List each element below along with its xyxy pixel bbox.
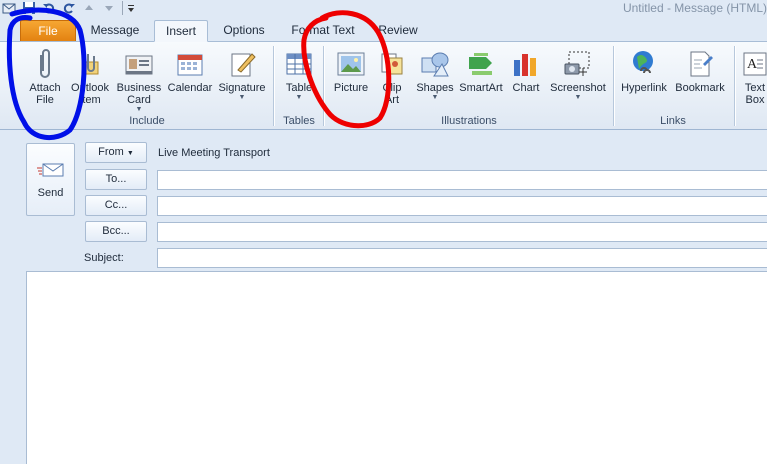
clip-art-button[interactable]: Clip Art: [376, 48, 408, 114]
table-button[interactable]: Table ▼: [280, 48, 318, 114]
business-card-icon: [123, 48, 155, 80]
dropdown-arrow-icon: ▼: [431, 94, 439, 101]
tab-review[interactable]: Review: [370, 20, 426, 42]
to-button[interactable]: To...: [85, 169, 147, 190]
smartart-button[interactable]: SmartArt: [458, 48, 504, 114]
up-icon[interactable]: [82, 1, 96, 15]
outlook-item-icon: [74, 48, 106, 80]
tab-format-text[interactable]: Format Text: [280, 20, 366, 42]
send-envelope-icon: [36, 162, 65, 181]
bookmark-icon: [684, 48, 716, 80]
bookmark-button[interactable]: Bookmark: [672, 48, 728, 114]
text-box-icon: A: [739, 48, 767, 80]
clip-art-icon: [376, 48, 408, 80]
picture-icon: [335, 48, 367, 80]
shapes-icon: [419, 48, 451, 80]
chart-icon: [510, 48, 542, 80]
quick-access-toolbar: [2, 0, 136, 16]
screenshot-icon: [562, 48, 594, 80]
text-box-button[interactable]: A Text Box: [740, 48, 767, 114]
outlook-item-button[interactable]: Outlook Item: [68, 48, 112, 114]
hyperlink-button[interactable]: Hyperlink: [620, 48, 668, 114]
dropdown-arrow-icon: ▼: [238, 94, 246, 101]
chevron-down-icon: ▼: [126, 150, 134, 157]
from-button[interactable]: From ▼: [85, 142, 147, 163]
group-separator: [734, 46, 735, 126]
group-separator: [613, 46, 614, 126]
table-icon: [283, 48, 315, 80]
message-body[interactable]: [26, 271, 767, 464]
picture-button[interactable]: Picture: [330, 48, 372, 114]
dropdown-arrow-icon: ▼: [295, 94, 303, 101]
redo-icon[interactable]: [62, 1, 76, 15]
save-icon[interactable]: [22, 1, 36, 15]
ribbon-insert: Attach File Outlook Item Business Card ▼…: [0, 41, 767, 130]
title-bar: Untitled - Message (HTML): [0, 0, 767, 16]
subject-field[interactable]: [157, 248, 767, 268]
group-separator: [273, 46, 274, 126]
ribbon-tabs: File Message Insert Options Format Text …: [0, 20, 767, 42]
paperclip-icon: [29, 48, 61, 80]
group-label-include: Include: [129, 115, 165, 127]
tab-insert[interactable]: Insert: [154, 20, 208, 42]
cc-field[interactable]: [157, 196, 767, 216]
tab-message[interactable]: Message: [82, 20, 148, 42]
bcc-field[interactable]: [157, 222, 767, 242]
smartart-icon: [465, 48, 497, 80]
cc-button[interactable]: Cc...: [85, 195, 147, 216]
down-icon[interactable]: [102, 1, 116, 15]
calendar-button[interactable]: Calendar: [166, 48, 214, 114]
business-card-button[interactable]: Business Card ▼: [114, 48, 164, 114]
tab-options[interactable]: Options: [214, 20, 274, 42]
group-label-tables: Tables: [283, 115, 315, 127]
shapes-button[interactable]: Shapes ▼: [414, 48, 456, 114]
attach-file-button[interactable]: Attach File: [24, 48, 66, 114]
customize-icon[interactable]: [122, 1, 136, 15]
group-separator: [323, 46, 324, 126]
screenshot-button[interactable]: Screenshot ▼: [548, 48, 608, 114]
chart-button[interactable]: Chart: [508, 48, 544, 114]
to-field[interactable]: [157, 170, 767, 190]
window-title: Untitled - Message (HTML): [622, 1, 767, 15]
calendar-icon: [174, 48, 206, 80]
message-header: Send From ▼ Live Meeting Transport To...…: [0, 131, 767, 271]
undo-icon[interactable]: [42, 1, 56, 15]
dropdown-arrow-icon: ▼: [135, 106, 143, 113]
tab-file[interactable]: File: [20, 20, 76, 42]
from-value: Live Meeting Transport: [158, 147, 270, 159]
signature-icon: [226, 48, 258, 80]
signature-button[interactable]: Signature ▼: [216, 48, 268, 114]
dropdown-arrow-icon: ▼: [574, 94, 582, 101]
outlook-icon[interactable]: [2, 1, 16, 15]
svg-text:A: A: [747, 57, 758, 72]
group-label-illustrations: Illustrations: [441, 115, 497, 127]
subject-label: Subject:: [84, 252, 124, 264]
group-label-links: Links: [660, 115, 686, 127]
bcc-button[interactable]: Bcc...: [85, 221, 147, 242]
globe-icon: [628, 48, 660, 80]
send-button[interactable]: Send: [26, 143, 75, 216]
